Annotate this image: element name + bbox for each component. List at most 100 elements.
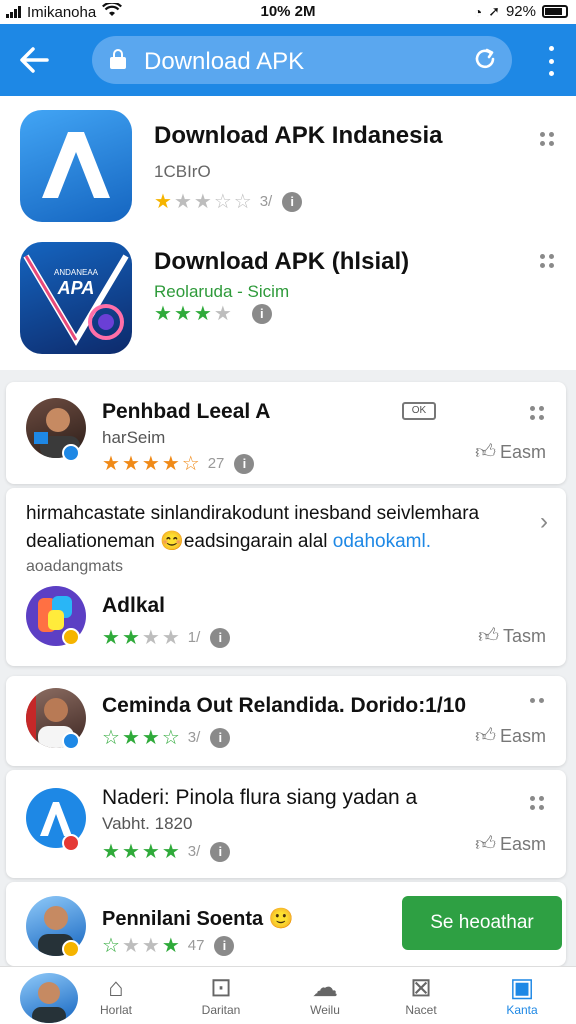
action-button[interactable]: Se heoathar — [402, 896, 562, 950]
x-box-icon: ⊠ — [410, 972, 432, 1002]
app-result-1[interactable]: Download APK Indanesia 1CBIrO ★ ★ ★ ☆ ☆ … — [0, 110, 576, 230]
reviewer-sub: Vabht. 1820 — [102, 814, 193, 833]
profile-card-icon: ▣ — [509, 972, 535, 1002]
location-icon: ➚ — [488, 3, 500, 19]
review-card[interactable]: Naderi: Pinola flura siang yadan a Vabht… — [6, 770, 566, 878]
url-text[interactable]: Download APK — [144, 48, 304, 76]
drag-handle-icon[interactable] — [540, 254, 554, 268]
like-label: Easm — [499, 833, 546, 854]
facebook-badge-icon — [62, 732, 80, 750]
app-title[interactable]: Download APK Indanesia — [154, 122, 442, 150]
star-icon: ★ — [193, 303, 212, 325]
like-button[interactable]: 👍︎ Tasm — [478, 624, 546, 648]
smiley-icon: 🙂 — [268, 908, 294, 930]
app-results: Download APK Indanesia 1CBIrO ★ ★ ★ ☆ ☆ … — [0, 96, 576, 370]
star-icon: ☆ — [102, 935, 120, 957]
star-icon: ★ — [213, 303, 232, 325]
app-rating: ★ ★ ★ ★ i — [154, 304, 272, 324]
description-line: dealiationeman 😊eadsingarain alal odahok… — [26, 528, 536, 556]
review-rating: ★ ★ ★ ★ ☆ 27 i — [102, 453, 255, 475]
nav-home[interactable]: ⌂ Horlat — [76, 971, 156, 1017]
nav-label: Kanta — [506, 1003, 538, 1017]
rating-count: 1/ — [187, 629, 201, 646]
reviewer-name[interactable]: Adlkal — [102, 594, 165, 618]
thumbs-up-icon: 👍︎ — [475, 441, 496, 463]
smiley-icon: 😊 — [160, 531, 184, 552]
review-card[interactable]: Penhbad Leeal A harSeim ★ ★ ★ ★ ☆ 27 i O… — [6, 382, 566, 484]
reviewer-name[interactable]: Naderi: Pinola flura siang yadan a — [102, 786, 417, 810]
more-menu-icon[interactable] — [548, 46, 554, 76]
star-icon: ★ — [161, 935, 180, 957]
review-rating: ☆ ★ ★ ☆ 3/ i — [102, 727, 231, 749]
info-icon[interactable]: i — [210, 842, 231, 862]
nav-download[interactable]: ⊡ Daritan — [181, 971, 261, 1017]
rating-count: 3/ — [187, 729, 201, 746]
reviewer-name-text: Pennilani Soenta — [102, 908, 264, 930]
lock-icon — [110, 49, 126, 69]
download-box-icon: ⊡ — [210, 972, 232, 1002]
chevron-right-icon[interactable]: › — [540, 508, 548, 536]
drag-handle-icon[interactable] — [530, 406, 544, 420]
star-icon: ★ — [161, 627, 180, 649]
review-rating: ☆ ★ ★ ★ 47 i — [102, 935, 235, 957]
nav-chat[interactable]: ☁ Weilu — [285, 971, 365, 1017]
battery-percent: 92% — [505, 3, 536, 20]
thumbs-up-icon: 👍︎ — [475, 833, 496, 855]
like-button[interactable]: 👍︎ Easm — [475, 832, 546, 856]
review-card[interactable]: hirmahcastate sinlandirakodunt inesband … — [6, 488, 566, 666]
battery-icon — [542, 5, 568, 18]
description-link[interactable]: odahokaml. — [333, 531, 431, 552]
nav-profile[interactable]: ▣ Kanta — [482, 971, 562, 1017]
status-bar: Imikanoha 10% 2M ◔ ➚ 92% — [0, 0, 576, 24]
star-icon: ★ — [102, 627, 120, 649]
nav-cancel[interactable]: ⊠ Nacet — [381, 971, 461, 1017]
verified-badge-icon — [62, 444, 80, 462]
star-icon: ★ — [141, 627, 160, 649]
like-button[interactable]: 👍︎ Easm — [475, 440, 546, 464]
drag-handle-icon[interactable] — [530, 698, 544, 703]
description-text: dealiationeman — [26, 531, 155, 552]
nav-label: Daritan — [201, 1003, 241, 1017]
app-icon-letter-a[interactable] — [20, 110, 132, 222]
reload-icon[interactable] — [472, 46, 498, 72]
reviewer-name[interactable]: Pennilani Soenta 🙂 — [102, 906, 294, 931]
thumbs-up-icon: 👍︎ — [478, 625, 499, 647]
review-card[interactable]: Ceminda Out Relandida. Dorido:1/10 ☆ ★ ★… — [6, 676, 566, 766]
app-icon-v-shield[interactable]: ANDANEAA APA — [20, 242, 132, 354]
reviewer-name[interactable]: Ceminda Out Relandida. Dorido:1/10 — [102, 694, 466, 718]
url-bar[interactable]: Download APK — [92, 36, 512, 84]
browser-toolbar: Download APK — [0, 24, 576, 96]
info-icon[interactable]: i — [282, 192, 303, 212]
review-rating: ★ ★ ★ ★ 3/ i — [102, 842, 231, 862]
profile-avatar[interactable] — [20, 973, 78, 1023]
back-arrow-icon[interactable] — [14, 40, 54, 80]
info-icon[interactable]: i — [251, 304, 272, 324]
star-icon: ★ — [102, 453, 120, 475]
star-icon: ☆ — [181, 453, 200, 475]
star-badge-icon — [62, 940, 80, 958]
like-label: Easm — [499, 441, 546, 462]
drag-handle-icon[interactable] — [530, 796, 544, 810]
notification-badge-icon — [62, 834, 80, 852]
star-icon: ★ — [141, 453, 160, 475]
rating-count: 47 — [187, 937, 205, 954]
info-icon[interactable]: i — [210, 628, 231, 648]
star-icon: ★ — [161, 453, 180, 475]
app-result-2[interactable]: ANDANEAA APA Download APK (hlsial) Reola… — [0, 242, 576, 362]
ok-badge: OK — [402, 402, 436, 420]
reviewer-name[interactable]: Penhbad Leeal A — [102, 400, 270, 424]
bottom-navigation: ⌂ Horlat ⊡ Daritan ☁ Weilu ⊠ Nacet ▣ Kan… — [0, 966, 576, 1024]
star-icon: ★ — [121, 453, 140, 475]
app-subtitle: 1CBIrO — [154, 162, 211, 181]
like-button[interactable]: 👍︎ Easm — [475, 724, 546, 748]
star-icon: ☆ — [102, 727, 120, 749]
info-icon[interactable]: i — [210, 728, 231, 748]
rating-count: 3/ — [187, 843, 201, 860]
info-icon[interactable]: i — [234, 454, 255, 474]
review-description: hirmahcastate sinlandirakodunt inesband … — [26, 500, 536, 556]
info-icon[interactable]: i — [214, 936, 235, 956]
drag-handle-icon[interactable] — [540, 132, 554, 146]
nav-label: Weilu — [310, 1003, 340, 1017]
rating-count: 3/ — [259, 193, 273, 210]
app-title[interactable]: Download APK (hlsial) — [154, 248, 409, 276]
